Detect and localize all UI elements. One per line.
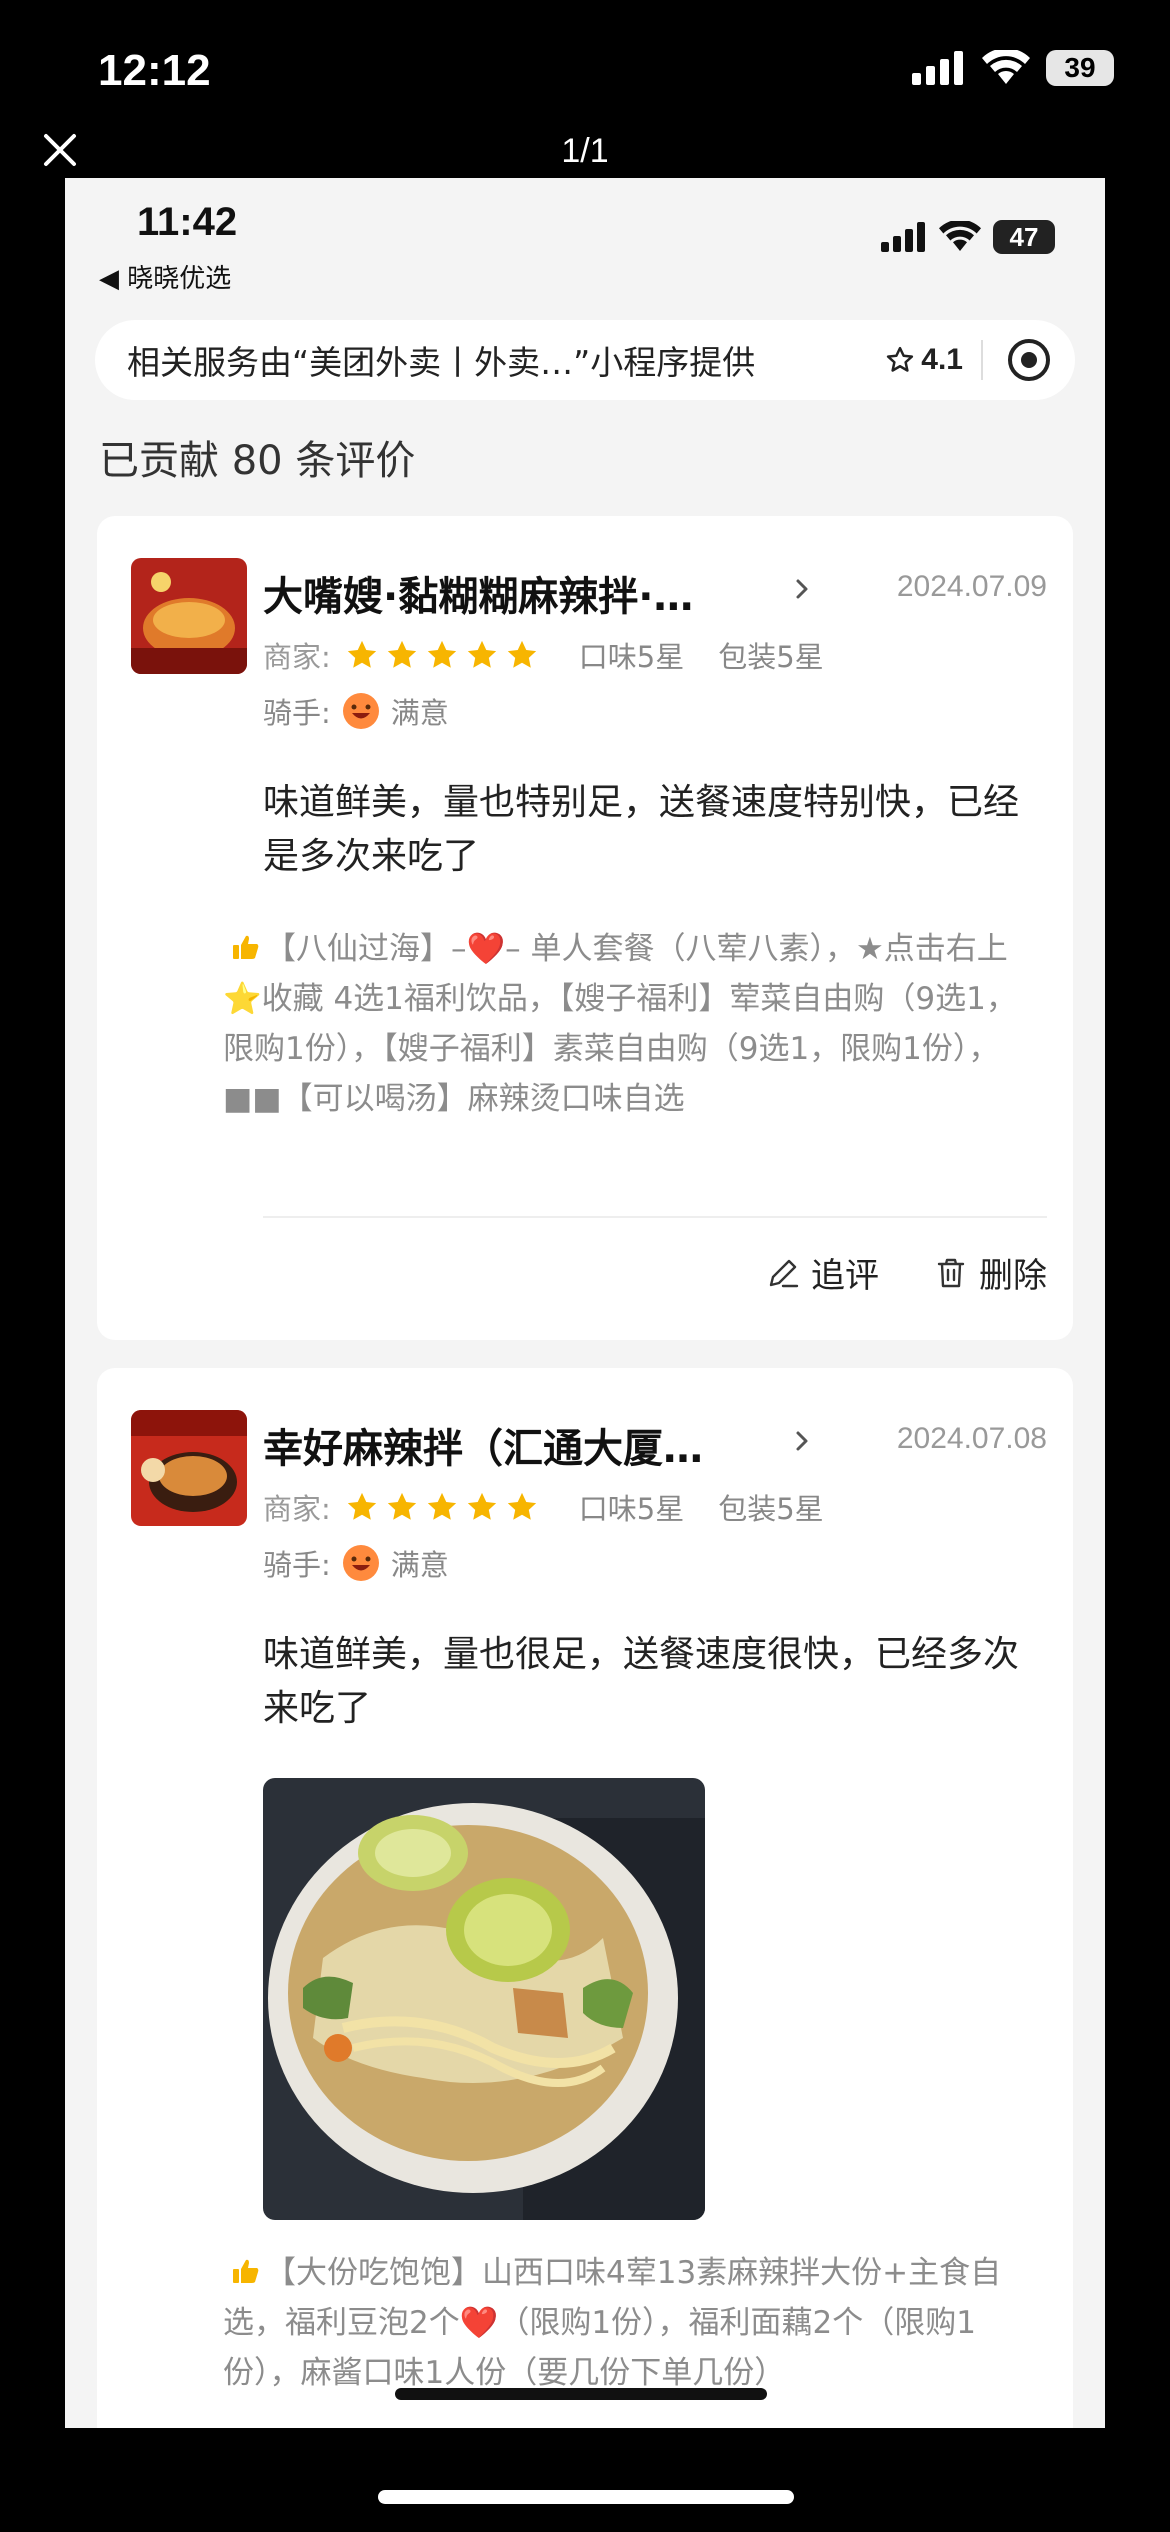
package-score: 包装5星 xyxy=(718,640,824,674)
star-icon xyxy=(347,640,376,668)
battery-icon: 39 xyxy=(1046,50,1114,86)
review-screenshot: 11:42 ◀ 晓晓优选 47 相关服务由“美团外卖丨外卖…”小程序提供 4.1 xyxy=(65,178,1105,2428)
shop-thumbnail[interactable] xyxy=(131,558,247,674)
star-icon xyxy=(427,640,456,668)
review-actions: 追评 删除 xyxy=(765,1248,1047,1297)
followup-label: 追评 xyxy=(811,1256,879,1296)
delete-label: 删除 xyxy=(979,1256,1047,1296)
wifi-icon xyxy=(939,221,981,251)
shop-name[interactable]: 大嘴嫂·黏糊糊麻辣拌·… xyxy=(263,564,763,622)
divider xyxy=(263,1216,1047,1218)
viewer-toolbar: 1/1 xyxy=(0,118,1170,178)
star-icon xyxy=(467,1492,496,1520)
back-to-app-link[interactable]: ◀ 晓晓优选 xyxy=(99,258,231,295)
rider-rating-row: 骑手: 满意 xyxy=(263,1542,449,1584)
delete-review-button[interactable]: 删除 xyxy=(933,1248,1047,1297)
service-rating-value: 4.1 xyxy=(921,343,963,376)
star-icon xyxy=(347,1492,376,1520)
inner-status-icons: 47 xyxy=(881,220,1055,254)
wifi-icon xyxy=(982,50,1030,84)
divider xyxy=(981,340,983,380)
outer-time: 12:12 xyxy=(98,46,211,95)
star-icon xyxy=(507,640,536,668)
outer-status-icons: 39 xyxy=(912,50,1114,86)
happy-face-icon xyxy=(342,693,379,729)
rider-rating: 满意 xyxy=(390,696,449,730)
merchant-label: 商家: xyxy=(263,1492,331,1526)
review-date: 2024.07.09 xyxy=(896,570,1047,603)
star-icon xyxy=(387,1492,416,1520)
merchant-label: 商家: xyxy=(263,640,331,674)
service-rating[interactable]: 4.1 xyxy=(885,343,963,377)
battery-icon: 47 xyxy=(993,220,1055,254)
service-provider-text: 相关服务由“美团外卖丨外卖…”小程序提供 xyxy=(127,343,756,382)
rider-label: 骑手: xyxy=(263,1548,331,1582)
home-indicator[interactable] xyxy=(378,2490,794,2504)
star-icon xyxy=(467,640,496,668)
review-text: 味道鲜美，量也很足，送餐速度很快，已经多次来吃了 xyxy=(263,1634,1020,1729)
star-icon xyxy=(427,1492,456,1520)
mini-program-service-bar[interactable]: 相关服务由“美团外卖丨外卖…”小程序提供 4.1 xyxy=(95,320,1075,400)
page-counter: 1/1 xyxy=(561,132,609,170)
rider-label: 骑手: xyxy=(263,696,331,730)
inner-status-bar: 11:42 ◀ 晓晓优选 47 xyxy=(65,178,1105,308)
cellular-signal-icon xyxy=(881,222,925,252)
followup-review-button[interactable]: 追评 xyxy=(765,1248,879,1297)
ordered-items: 【大份吃饱饱】山西口味4荤13素麻辣拌大份+主食自选，福利豆泡2个❤️（限购1份… xyxy=(223,2255,1002,2391)
shop-thumbnail[interactable] xyxy=(131,1410,247,1526)
rider-rating: 满意 xyxy=(390,1548,449,1582)
trash-icon xyxy=(937,1258,965,1287)
ordered-items: 【八仙过海】–❤️– 单人套餐（八荤八素），★点击右上⭐收藏 4选1福利饮品，【… xyxy=(223,931,1017,1117)
contribution-count: 已贡献 80 条评价 xyxy=(99,438,416,484)
shop-name[interactable]: 幸好麻辣拌（汇通大厦… xyxy=(263,1416,763,1474)
merchant-rating-row: 商家: 口味5星 包装5星 xyxy=(263,1486,858,1528)
review-card: 幸好麻辣拌（汇通大厦… 2024.07.08 商家: 口味5星 包装5星 骑手:… xyxy=(97,1368,1073,2428)
rider-rating-row: 骑手: 满意 xyxy=(263,690,449,732)
star-icon xyxy=(387,640,416,668)
record-target-icon[interactable] xyxy=(1005,336,1053,384)
review-date: 2024.07.08 xyxy=(896,1422,1047,1455)
review-text: 味道鲜美，量也特别足，送餐速度特别快，已经是多次来吃了 xyxy=(263,782,1020,877)
taste-score: 口味5星 xyxy=(578,1492,685,1526)
chevron-right-icon[interactable] xyxy=(787,574,817,604)
taste-score: 口味5星 xyxy=(578,640,685,674)
star-rating xyxy=(345,1490,539,1524)
merchant-rating-row: 商家: 口味5星 包装5星 xyxy=(263,634,858,676)
inner-time: 11:42 xyxy=(137,200,238,244)
home-indicator xyxy=(395,2388,767,2400)
star-rating xyxy=(345,638,539,672)
star-icon xyxy=(507,1492,536,1520)
star-outline-icon xyxy=(887,346,914,372)
package-score: 包装5星 xyxy=(718,1492,824,1526)
happy-face-icon xyxy=(342,1545,379,1581)
chevron-right-icon[interactable] xyxy=(787,1426,817,1456)
edit-pencil-icon xyxy=(769,1259,799,1287)
cellular-signal-icon xyxy=(912,51,963,85)
review-photo[interactable] xyxy=(263,1778,705,2220)
review-card: 大嘴嫂·黏糊糊麻辣拌·… 2024.07.09 商家: 口味5星 包装5星 骑手… xyxy=(97,516,1073,1340)
